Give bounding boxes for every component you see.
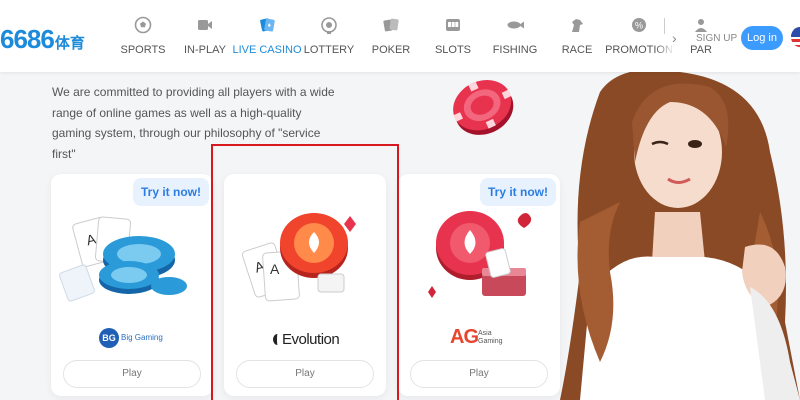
nav-item-slots[interactable]: SLOTS <box>422 0 484 72</box>
provider-card-asia-gaming[interactable]: Try it now! AG Asia Gaming Play <box>398 174 560 396</box>
poker-cards-icon <box>383 18 399 32</box>
casino-chip-decoration <box>453 80 514 135</box>
nav-item-race[interactable]: RACE <box>546 0 608 72</box>
chevron-right-icon[interactable]: › <box>672 30 677 46</box>
play-button[interactable]: Play <box>410 360 548 388</box>
playing-cards-icon <box>260 18 275 32</box>
nav-item-poker[interactable]: POKER <box>360 0 422 72</box>
lottery-ball-icon <box>321 17 337 34</box>
nav-item-live-casino[interactable]: LIVE CASINO <box>232 0 302 72</box>
horse-icon <box>572 19 583 32</box>
promo-model-image <box>560 72 800 400</box>
nav-item-fishing[interactable]: FISHING <box>484 0 546 72</box>
ag-badge-icon: AG <box>450 326 479 348</box>
brand-logo-big-gaming: BG Big Gaming <box>51 326 213 354</box>
brand-logo-asia-gaming: AG Asia Gaming <box>398 326 560 354</box>
brand-name: Big Gaming <box>121 333 163 342</box>
nav-item-sports[interactable]: SPORTS <box>112 0 174 72</box>
nav-item-in-play[interactable]: IN-PLAY <box>174 0 236 72</box>
svg-text:%: % <box>635 21 643 31</box>
logo-main: 6686 <box>0 24 55 54</box>
nav-item-lottery[interactable]: LOTTERY <box>298 0 360 72</box>
nav-divider <box>664 18 665 34</box>
top-header: 6686体育 SPORTS IN-PLAY LIVE CASINO LOTTER… <box>0 0 800 72</box>
main-nav: SPORTS IN-PLAY LIVE CASINO LOTTERY POKER… <box>112 0 732 72</box>
play-button[interactable]: Play <box>63 360 201 388</box>
site-logo[interactable]: 6686体育 <box>0 24 85 55</box>
selection-highlight-box <box>211 144 399 400</box>
us-flag-icon[interactable] <box>791 27 800 47</box>
bg-badge-icon: BG <box>99 328 119 348</box>
signup-link[interactable]: SIGN UP <box>696 33 737 44</box>
red-chip-and-box-illustration <box>428 211 532 298</box>
partner-icon <box>695 19 707 32</box>
brand-name: Asia Gaming <box>478 330 503 345</box>
video-camera-icon <box>198 20 212 30</box>
soccer-ball-icon <box>134 16 152 34</box>
logo-sub: 体育 <box>54 35 85 52</box>
provider-card-big-gaming[interactable]: Try it now! A BG Big Gaming Play <box>51 174 213 396</box>
blue-chips-illustration: A <box>59 216 187 302</box>
login-button[interactable]: Log in <box>741 26 783 50</box>
fish-icon <box>507 21 524 29</box>
gift-icon: % <box>632 18 646 32</box>
slot-machine-icon <box>446 19 460 31</box>
